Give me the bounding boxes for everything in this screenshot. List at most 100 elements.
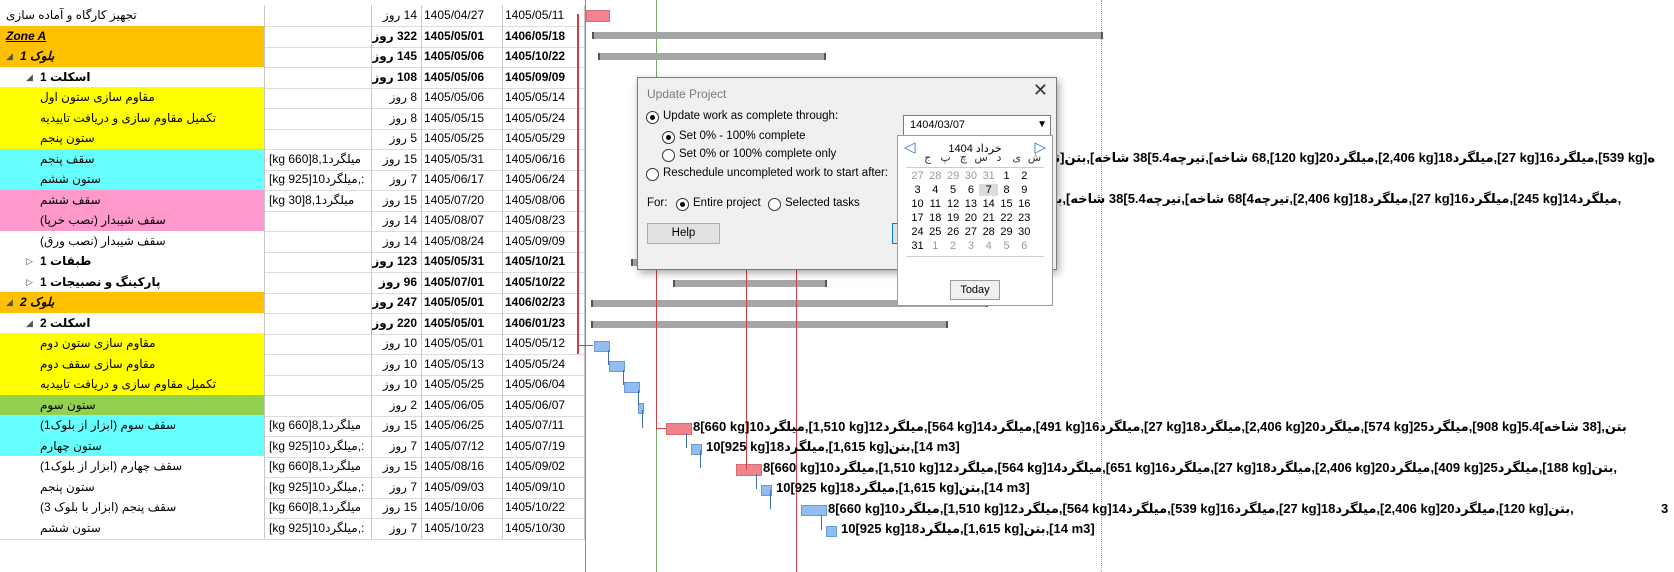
finish-date-cell[interactable]: 1405/05/11 bbox=[503, 5, 585, 26]
chevron-down-icon[interactable]: ▼ bbox=[1037, 119, 1047, 130]
resource-cell[interactable] bbox=[265, 333, 372, 354]
duration-cell[interactable]: 10 روز bbox=[372, 353, 422, 375]
finish-date-cell[interactable]: 1405/07/11 bbox=[503, 415, 585, 436]
start-date-cell[interactable]: 1405/05/31 bbox=[422, 251, 503, 272]
finish-date-cell[interactable]: 1406/01/23 bbox=[503, 312, 585, 334]
set-range-radio[interactable] bbox=[662, 131, 675, 144]
duration-cell[interactable]: 14 روز bbox=[372, 230, 422, 252]
resource-cell[interactable]: [kg 30]میلگرد8,1 bbox=[265, 189, 372, 211]
resource-cell[interactable]: [kg 660]میلگرد8,1 bbox=[265, 497, 372, 518]
task-name-cell[interactable]: ستون چهارم bbox=[0, 435, 265, 457]
calendar-day[interactable]: 5 bbox=[944, 184, 963, 196]
calendar-day[interactable]: 18 bbox=[926, 212, 945, 224]
task-name-cell[interactable]: طبقات 1 ▷ bbox=[0, 251, 265, 272]
duration-cell[interactable]: 145 روز bbox=[372, 46, 422, 67]
table-row[interactable]: مقاوم سازی ستون دوم 10 روز 1405/05/01 1405/… bbox=[0, 333, 585, 355]
duration-cell[interactable]: 7 روز bbox=[372, 169, 422, 190]
collapse-icon[interactable]: ◢ bbox=[26, 313, 33, 334]
table-row[interactable]: سقف ششم [kg 30]میلگرد8,1 15 روز 1405/07/20 1… bbox=[0, 189, 585, 212]
duration-cell[interactable]: 247 روز bbox=[372, 292, 422, 313]
start-date-cell[interactable]: 1405/05/06 bbox=[422, 87, 503, 108]
duration-cell[interactable]: 123 روز bbox=[372, 251, 422, 272]
duration-cell[interactable]: 8 روز bbox=[372, 87, 422, 108]
task-bar[interactable] bbox=[826, 526, 837, 537]
start-date-cell[interactable]: 1405/05/01 bbox=[422, 312, 503, 334]
start-date-cell[interactable]: 1405/06/17 bbox=[422, 169, 503, 190]
table-row[interactable]: سقف شیبدار (نصب ورق) 14 روز 1405/08/24 1405… bbox=[0, 230, 585, 253]
task-name-cell[interactable]: ستون سوم bbox=[0, 394, 265, 416]
finish-date-cell[interactable]: 1405/10/22 bbox=[503, 46, 585, 67]
table-row[interactable]: سقف پنجم (ابزار با بلوک 3) [kg 660]میلگرد… bbox=[0, 497, 585, 519]
calendar-day[interactable]: 14 bbox=[979, 198, 998, 210]
table-row[interactable]: سقف شیبدار (نصب خرپا) 14 روز 1405/08/07 140… bbox=[0, 210, 585, 232]
table-row[interactable]: مقاوم سازی ستون اول 8 روز 1405/05/06 1405/0… bbox=[0, 87, 585, 109]
finish-date-cell[interactable]: 1405/05/12 bbox=[503, 333, 585, 354]
calendar-day[interactable]: 30 bbox=[961, 170, 980, 182]
task-name-cell[interactable]: ستون پنجم bbox=[0, 128, 265, 149]
duration-cell[interactable]: 5 روز bbox=[372, 128, 422, 149]
duration-cell[interactable]: 15 روز bbox=[372, 497, 422, 518]
task-name-cell[interactable]: Zone A bbox=[0, 25, 265, 47]
resource-cell[interactable] bbox=[265, 230, 372, 252]
resource-cell[interactable] bbox=[265, 87, 372, 108]
start-date-cell[interactable]: 1405/05/15 bbox=[422, 107, 503, 129]
calendar-day[interactable]: 6 bbox=[1015, 240, 1034, 252]
finish-date-cell[interactable]: 1405/10/30 bbox=[503, 517, 585, 539]
finish-date-cell[interactable]: 1406/05/18 bbox=[503, 25, 585, 47]
duration-cell[interactable]: 10 روز bbox=[372, 333, 422, 354]
calendar-day[interactable]: 7 bbox=[979, 184, 999, 196]
finish-date-cell[interactable]: 1405/08/06 bbox=[503, 189, 585, 211]
calendar-day[interactable]: 16 bbox=[1015, 198, 1034, 210]
table-row[interactable]: ستون چهارم [kg 925]میلگرد10,: 7 روز 1405/07… bbox=[0, 435, 585, 458]
finish-date-cell[interactable]: 1405/06/07 bbox=[503, 394, 585, 416]
duration-cell[interactable]: 7 روز bbox=[372, 517, 422, 539]
task-bar-critical[interactable] bbox=[736, 464, 762, 476]
resource-cell[interactable]: [kg 925]میلگرد10,: bbox=[265, 517, 372, 539]
calendar-day[interactable]: 3 bbox=[961, 240, 980, 252]
start-date-cell[interactable]: 1405/10/06 bbox=[422, 497, 503, 518]
task-name-cell[interactable]: بلوک 1 ◢ bbox=[0, 46, 265, 67]
table-row[interactable]: ستون ششم [kg 925]میلگرد10,: 7 روز 1405/10/2… bbox=[0, 517, 585, 540]
task-name-cell[interactable]: سقف چهارم (ابزار از بلوک1) bbox=[0, 456, 265, 477]
entire-project-radio[interactable] bbox=[676, 198, 689, 211]
resource-cell[interactable] bbox=[265, 25, 372, 47]
calendar-day[interactable]: 1 bbox=[997, 170, 1016, 182]
set-binary-label[interactable]: Set 0% or 100% complete only bbox=[679, 148, 836, 160]
calendar-day[interactable]: 8 bbox=[997, 184, 1016, 196]
start-date-cell[interactable]: 1405/06/05 bbox=[422, 394, 503, 416]
calendar-day[interactable]: 23 bbox=[1015, 212, 1034, 224]
calendar-day[interactable]: 27 bbox=[908, 170, 927, 182]
resource-cell[interactable] bbox=[265, 394, 372, 416]
task-bar-critical[interactable] bbox=[666, 423, 692, 435]
duration-cell[interactable]: 8 روز bbox=[372, 107, 422, 129]
table-row[interactable]: Zone A 322 روز 1405/05/01 1406/05/18 bbox=[0, 25, 585, 48]
selected-tasks-label[interactable]: Selected tasks bbox=[785, 197, 860, 209]
resource-cell[interactable] bbox=[265, 353, 372, 375]
collapse-icon[interactable]: ◢ bbox=[6, 292, 13, 313]
finish-date-cell[interactable]: 1405/09/09 bbox=[503, 66, 585, 88]
task-name-cell[interactable]: تجهیز کارگاه و آماده سازی bbox=[0, 5, 265, 26]
table-row[interactable]: ستون پنجم [kg 925]میلگرد10,: 7 روز 1405/09/… bbox=[0, 476, 585, 499]
duration-cell[interactable]: 7 روز bbox=[372, 435, 422, 457]
finish-date-cell[interactable]: 1405/05/14 bbox=[503, 87, 585, 108]
finish-date-cell[interactable]: 1405/08/23 bbox=[503, 210, 585, 231]
start-date-cell[interactable]: 1405/05/25 bbox=[422, 374, 503, 395]
finish-date-cell[interactable]: 1405/10/22 bbox=[503, 271, 585, 293]
task-name-cell[interactable]: ستون پنجم bbox=[0, 476, 265, 498]
finish-date-cell[interactable]: 1405/05/24 bbox=[503, 107, 585, 129]
start-date-cell[interactable]: 1405/05/01 bbox=[422, 25, 503, 47]
task-name-cell[interactable]: تکمیل مقاوم سازی و دریافت تاییدیه bbox=[0, 374, 265, 395]
set-range-label[interactable]: Set 0% - 100% complete bbox=[679, 130, 806, 142]
task-name-cell[interactable]: سقف پنجم bbox=[0, 148, 265, 170]
task-name-cell[interactable]: اسکلت 1 ◢ bbox=[0, 66, 265, 88]
selected-tasks-radio[interactable] bbox=[768, 198, 781, 211]
start-date-cell[interactable]: 1405/05/31 bbox=[422, 148, 503, 170]
duration-cell[interactable]: 15 روز bbox=[372, 148, 422, 170]
finish-date-cell[interactable]: 1405/09/10 bbox=[503, 476, 585, 498]
collapse-icon[interactable]: ◢ bbox=[26, 67, 33, 88]
calendar-day[interactable]: 13 bbox=[961, 198, 980, 210]
update-work-label[interactable]: Update work as complete through: bbox=[663, 110, 838, 122]
start-date-cell[interactable]: 1405/05/01 bbox=[422, 333, 503, 354]
calendar-day[interactable]: 24 bbox=[908, 226, 927, 238]
finish-date-cell[interactable]: 1405/06/04 bbox=[503, 374, 585, 395]
